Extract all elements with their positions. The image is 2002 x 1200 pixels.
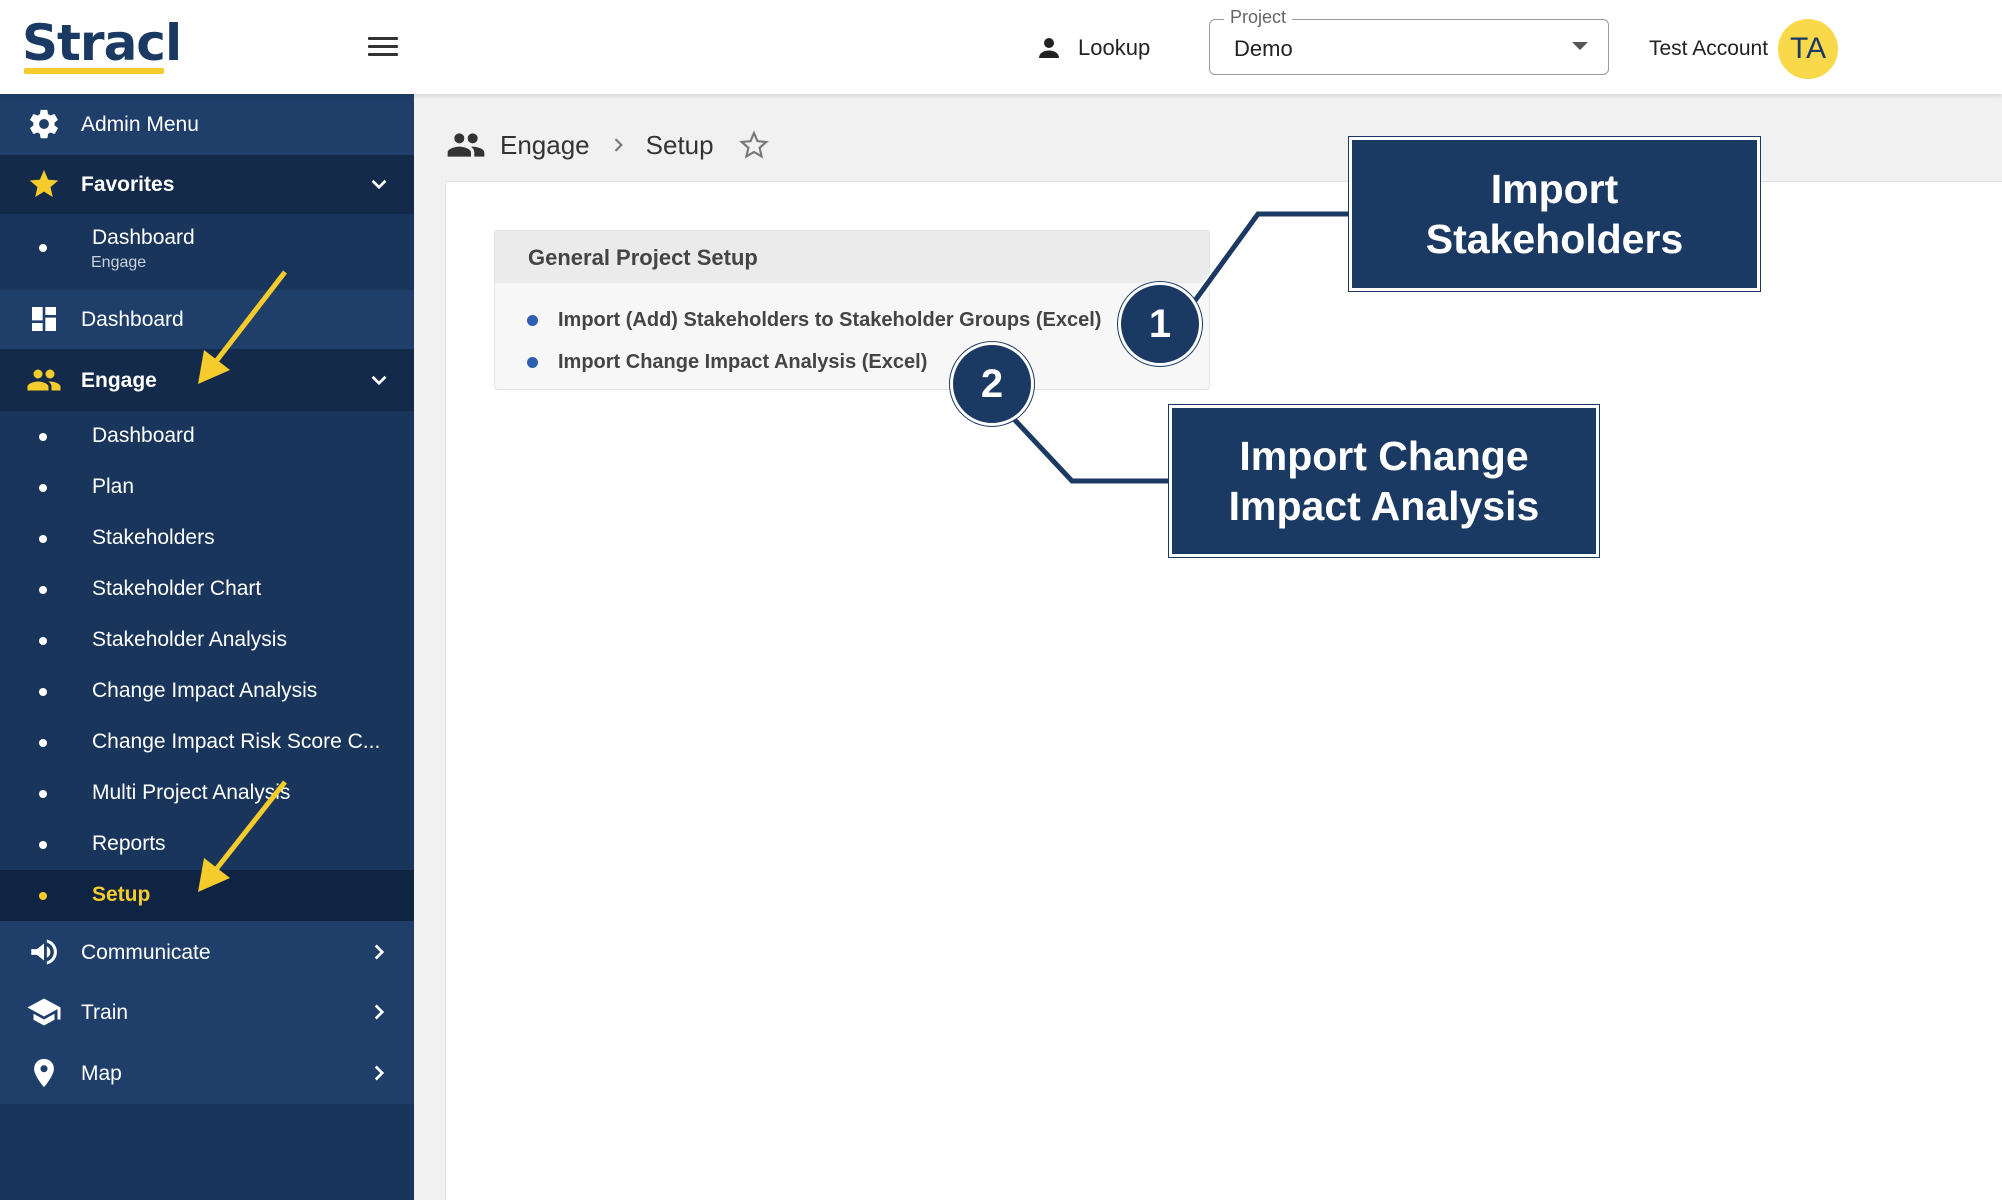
engage-item-reports[interactable]: Reports	[0, 819, 414, 870]
engage-item-multi-project-analysis[interactable]: Multi Project Analysis	[0, 768, 414, 819]
breadcrumb-engage-link[interactable]: Engage	[500, 130, 590, 161]
bullet	[39, 433, 47, 441]
engage-item-change-impact-risk-score[interactable]: Change Impact Risk Score C...	[0, 717, 414, 768]
bullet	[39, 535, 47, 543]
engage-item-plan[interactable]: Plan	[0, 462, 414, 513]
callout-box-1: Import Stakeholders	[1348, 136, 1761, 292]
engage-item-stakeholders[interactable]: Stakeholders	[0, 513, 414, 564]
people-icon	[24, 360, 64, 400]
sidebar-item-label: Dashboard	[81, 308, 184, 331]
breadcrumb: Engage Setup	[446, 124, 770, 166]
star-icon	[24, 164, 64, 204]
general-project-setup-card: General Project Setup Import (Add) Stake…	[494, 230, 1210, 390]
sidebar-item-label: Communicate	[81, 941, 211, 964]
breadcrumb-current-page: Setup	[645, 129, 714, 160]
engage-item-label: Change Impact Analysis	[92, 679, 318, 702]
chevron-right-icon	[374, 1004, 385, 1020]
account-menu[interactable]: Test Account TA	[1649, 18, 1839, 80]
sidebar-item-label: Train	[81, 1001, 129, 1024]
person-icon	[1039, 38, 1059, 58]
chevron-right-icon	[374, 944, 385, 960]
graduation-cap-icon	[24, 992, 64, 1032]
lookup-button[interactable]: Lookup	[1034, 30, 1150, 66]
engage-item-stakeholder-analysis[interactable]: Stakeholder Analysis	[0, 615, 414, 666]
engage-item-label: Setup	[92, 883, 151, 906]
project-select-value: Demo	[1234, 36, 1293, 61]
sidebar-item-engage[interactable]: Engage	[0, 349, 414, 411]
bullet	[527, 356, 538, 368]
bullet	[39, 484, 47, 492]
sidebar-item-map[interactable]: Map	[0, 1042, 414, 1104]
favorite-item-label: Dashboard	[92, 226, 195, 249]
card-header: General Project Setup	[495, 231, 1209, 283]
avatar[interactable]: TA	[1778, 19, 1839, 79]
link-text: Import (Add) Stakeholders to Stakeholder…	[558, 308, 1102, 331]
sidebar-item-admin-menu[interactable]: Admin Menu	[0, 94, 414, 155]
stracl-logo[interactable]: Stracl	[22, 14, 182, 72]
sidebar-item-dashboard[interactable]: Dashboard	[0, 290, 414, 349]
map-pin-icon	[24, 1053, 64, 1093]
top-bar: Stracl Lookup Project Demo Test Account …	[0, 0, 2002, 94]
bullet	[39, 688, 47, 696]
bullet	[39, 244, 47, 252]
engage-item-dashboard[interactable]: Dashboard	[0, 411, 414, 462]
card-title: General Project Setup	[528, 245, 758, 270]
hamburger-menu-icon[interactable]	[366, 32, 400, 60]
chevron-right-icon	[614, 138, 623, 152]
engage-item-label: Stakeholders	[92, 526, 215, 549]
engage-item-label: Dashboard	[92, 424, 195, 447]
gear-icon	[24, 104, 64, 144]
link-text: Import Change Impact Analysis (Excel)	[558, 350, 928, 373]
sidebar-item-label: Favorites	[81, 173, 175, 196]
logo-underline	[24, 68, 164, 74]
sidebar-item-favorites[interactable]: Favorites	[0, 155, 414, 214]
engage-item-label: Reports	[92, 832, 166, 855]
account-name: Test Account	[1649, 37, 1769, 60]
chevron-right-icon	[374, 1065, 385, 1081]
chevron-down-icon	[371, 375, 387, 386]
callout-box-2: Import Change Impact Analysis	[1168, 404, 1600, 558]
dashboard-grid-icon	[24, 299, 64, 339]
favorite-item-dashboard[interactable]: Dashboard Engage	[0, 214, 414, 286]
megaphone-icon	[24, 932, 64, 972]
sidebar-item-label: Admin Menu	[81, 113, 199, 136]
people-icon	[447, 133, 485, 157]
engage-item-stakeholder-chart[interactable]: Stakeholder Chart	[0, 564, 414, 615]
engage-item-label: Stakeholder Chart	[92, 577, 262, 600]
sidebar-item-label: Map	[81, 1062, 122, 1085]
bullet	[39, 637, 47, 645]
sidebar-item-train[interactable]: Train	[0, 983, 414, 1042]
import-stakeholders-link[interactable]: Import (Add) Stakeholders to Stakeholder…	[527, 305, 1101, 335]
engage-item-label: Plan	[92, 475, 135, 498]
engage-item-change-impact-analysis[interactable]: Change Impact Analysis	[0, 666, 414, 717]
bullet	[39, 739, 47, 747]
callout-number-1: 1	[1118, 282, 1202, 366]
engage-item-setup[interactable]: Setup	[0, 870, 414, 921]
engage-item-label: Stakeholder Analysis	[92, 628, 287, 651]
bullet	[39, 892, 47, 900]
lookup-label: Lookup	[1078, 35, 1151, 60]
callout-number-2: 2	[950, 342, 1034, 426]
dropdown-caret-icon	[1572, 42, 1588, 50]
bullet	[527, 314, 538, 326]
favorite-item-sublabel: Engage	[91, 254, 147, 271]
favorite-star-icon[interactable]	[738, 129, 770, 161]
bullet	[39, 790, 47, 798]
bullet	[39, 841, 47, 849]
sidebar-item-label: Engage	[81, 369, 157, 392]
project-select[interactable]: Project Demo	[1209, 7, 1609, 75]
project-select-label: Project	[1224, 7, 1293, 28]
chevron-down-icon	[371, 179, 387, 190]
engage-item-label: Multi Project Analysis	[92, 781, 291, 804]
sidebar-item-communicate[interactable]: Communicate	[0, 921, 414, 983]
sidebar: Admin Menu Favorites Dashboard Engage Da…	[0, 94, 414, 1200]
import-change-impact-link[interactable]: Import Change Impact Analysis (Excel)	[527, 347, 927, 377]
bullet	[39, 586, 47, 594]
engage-item-label: Change Impact Risk Score C...	[92, 730, 381, 753]
